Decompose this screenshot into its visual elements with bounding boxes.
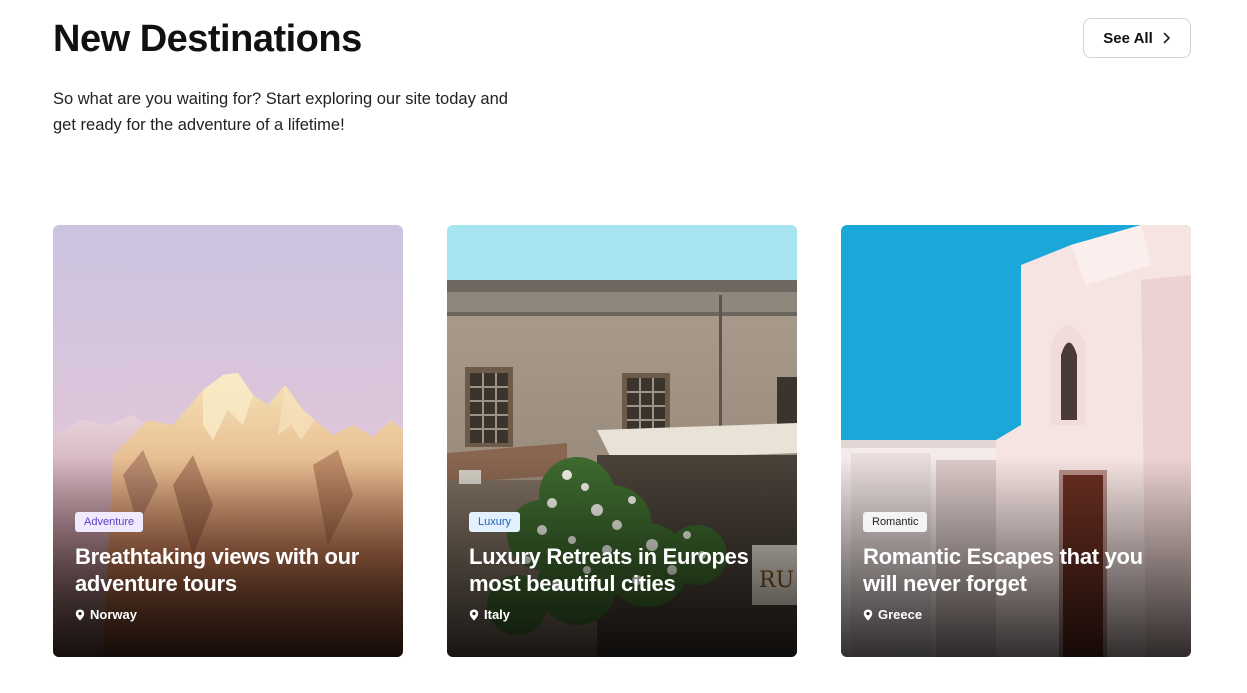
- card-title: Luxury Retreats in Europes most beautifu…: [469, 544, 749, 596]
- see-all-label: See All: [1103, 29, 1153, 47]
- map-pin-icon: [863, 609, 873, 620]
- card-location: Greece: [863, 607, 922, 622]
- category-tag: Luxury: [469, 512, 521, 532]
- destination-card-norway[interactable]: Adventure Breathtaking views with our ad…: [53, 225, 403, 657]
- location-label: Greece: [878, 607, 923, 622]
- category-tag: Romantic: [863, 512, 928, 532]
- map-pin-icon: [469, 609, 479, 620]
- category-tag: Adventure: [75, 512, 144, 532]
- map-pin-icon: [75, 609, 85, 620]
- card-location: Italy: [469, 607, 510, 622]
- see-all-button[interactable]: See All: [1083, 18, 1191, 58]
- section-title: New Destinations: [53, 18, 362, 60]
- destination-card-greece[interactable]: Romantic Romantic Escapes that you will …: [841, 225, 1191, 657]
- card-title: Breathtaking views with our adventure to…: [75, 544, 360, 596]
- card-title: Romantic Escapes that you will never for…: [863, 544, 1143, 596]
- chevron-right-icon: [1163, 32, 1170, 44]
- card-location: Norway: [75, 607, 137, 622]
- location-label: Norway: [90, 607, 137, 622]
- destination-card-italy[interactable]: RU Luxury Luxury Retreats in Europes mos…: [447, 225, 797, 657]
- section-subtitle: So what are you waiting for? Start explo…: [53, 90, 508, 134]
- location-label: Italy: [484, 607, 511, 622]
